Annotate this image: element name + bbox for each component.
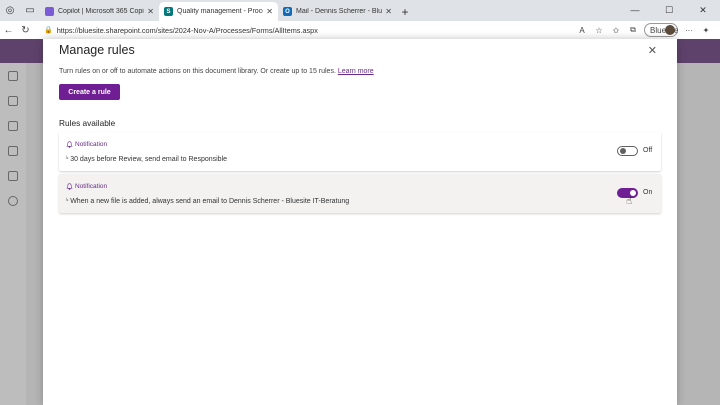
extensions-icon[interactable]: ⧉ bbox=[627, 25, 639, 35]
toggle-state-label: On bbox=[643, 189, 653, 196]
rule-description: ↳ 30 days before Review, send email to R… bbox=[65, 154, 228, 164]
close-tab-icon[interactable]: ✕ bbox=[385, 7, 392, 16]
outlook-favicon-icon: O bbox=[283, 7, 292, 16]
rule-type-label: Notification bbox=[75, 141, 108, 148]
browser-tab-mail[interactable]: O Mail - Dennis Scherrer - Bluesite I ✕ bbox=[278, 2, 397, 21]
browser-tab-quality-management[interactable]: S Quality management - Processes ✕ bbox=[159, 2, 278, 21]
tab-label: Mail - Dennis Scherrer - Bluesite I bbox=[296, 8, 382, 15]
browser-toolbar: ← ↻ 🔒 https://bluesite.sharepoint.com/si… bbox=[0, 21, 720, 39]
rule-type: Notification bbox=[66, 183, 107, 190]
arrow-icon: ↳ bbox=[65, 154, 70, 161]
close-tab-icon[interactable]: ✕ bbox=[147, 7, 154, 16]
address-bar[interactable]: 🔒 https://bluesite.sharepoint.com/sites/… bbox=[44, 26, 576, 35]
rule-text: When a new file is added, always send an… bbox=[70, 198, 350, 205]
arrow-icon: ↳ bbox=[65, 196, 70, 203]
tab-actions-icon[interactable]: ▭ bbox=[20, 0, 40, 21]
minimize-icon[interactable]: — bbox=[618, 0, 652, 21]
sharepoint-favicon-icon: S bbox=[164, 7, 173, 16]
read-aloud-icon[interactable]: A bbox=[576, 26, 588, 35]
manage-rules-panel: Manage rules ✕ Turn rules on or off to a… bbox=[43, 39, 677, 405]
rule-description: ↳ When a new file is added, always send … bbox=[65, 196, 350, 206]
more-options-icon[interactable]: ··· bbox=[683, 26, 695, 35]
rule-card[interactable]: Notification ↳ 30 days before Review, se… bbox=[59, 132, 661, 171]
profile-button[interactable]: Bluesite bbox=[644, 23, 678, 37]
description-text: Turn rules on or off to automate actions… bbox=[59, 68, 336, 75]
new-tab-button[interactable]: + bbox=[397, 2, 413, 21]
rule-type: Notification bbox=[66, 141, 107, 148]
browser-menu-icon[interactable]: ◎ bbox=[0, 0, 20, 21]
rule-type-label: Notification bbox=[75, 183, 108, 190]
close-tab-icon[interactable]: ✕ bbox=[266, 7, 273, 16]
lock-icon: 🔒 bbox=[44, 27, 53, 34]
copilot-icon[interactable]: ✦ bbox=[700, 26, 712, 35]
back-icon[interactable]: ← bbox=[0, 25, 17, 36]
browser-tab-copilot[interactable]: Copilot | Microsoft 365 Copilot ✕ bbox=[40, 2, 159, 21]
tab-label: Copilot | Microsoft 365 Copilot bbox=[58, 8, 145, 15]
close-window-icon[interactable]: ✕ bbox=[686, 0, 720, 21]
panel-description: Turn rules on or off to automate actions… bbox=[59, 68, 374, 75]
window-controls: — ☐ ✕ bbox=[618, 0, 720, 21]
rule-card[interactable]: Notification ↳ When a new file is added,… bbox=[59, 174, 661, 213]
close-icon[interactable]: ✕ bbox=[648, 44, 657, 57]
bell-icon bbox=[66, 183, 73, 190]
tab-label: Quality management - Processes bbox=[177, 8, 263, 15]
favorites-icon[interactable]: ✩ bbox=[610, 26, 622, 35]
favorite-star-icon[interactable]: ☆ bbox=[593, 26, 605, 35]
maximize-icon[interactable]: ☐ bbox=[652, 0, 686, 21]
bell-icon bbox=[66, 141, 73, 148]
profile-label: Bluesite bbox=[650, 26, 678, 35]
learn-more-link[interactable]: Learn more bbox=[338, 68, 374, 75]
create-rule-button[interactable]: Create a rule bbox=[59, 84, 120, 100]
refresh-icon[interactable]: ↻ bbox=[17, 25, 34, 36]
rules-available-heading: Rules available bbox=[59, 118, 116, 128]
rule-text: 30 days before Review, send email to Res… bbox=[70, 156, 228, 163]
hand-cursor-icon: ☝ bbox=[626, 196, 633, 207]
browser-tab-strip: ◎ ▭ Copilot | Microsoft 365 Copilot ✕ S … bbox=[0, 0, 720, 21]
rule-toggle-off[interactable] bbox=[617, 146, 638, 156]
panel-title: Manage rules bbox=[59, 43, 135, 57]
toggle-state-label: Off bbox=[643, 147, 653, 154]
copilot-favicon-icon bbox=[45, 7, 54, 16]
url-text: https://bluesite.sharepoint.com/sites/20… bbox=[56, 25, 318, 35]
toggle-knob bbox=[620, 148, 626, 154]
profile-avatar bbox=[665, 25, 675, 35]
